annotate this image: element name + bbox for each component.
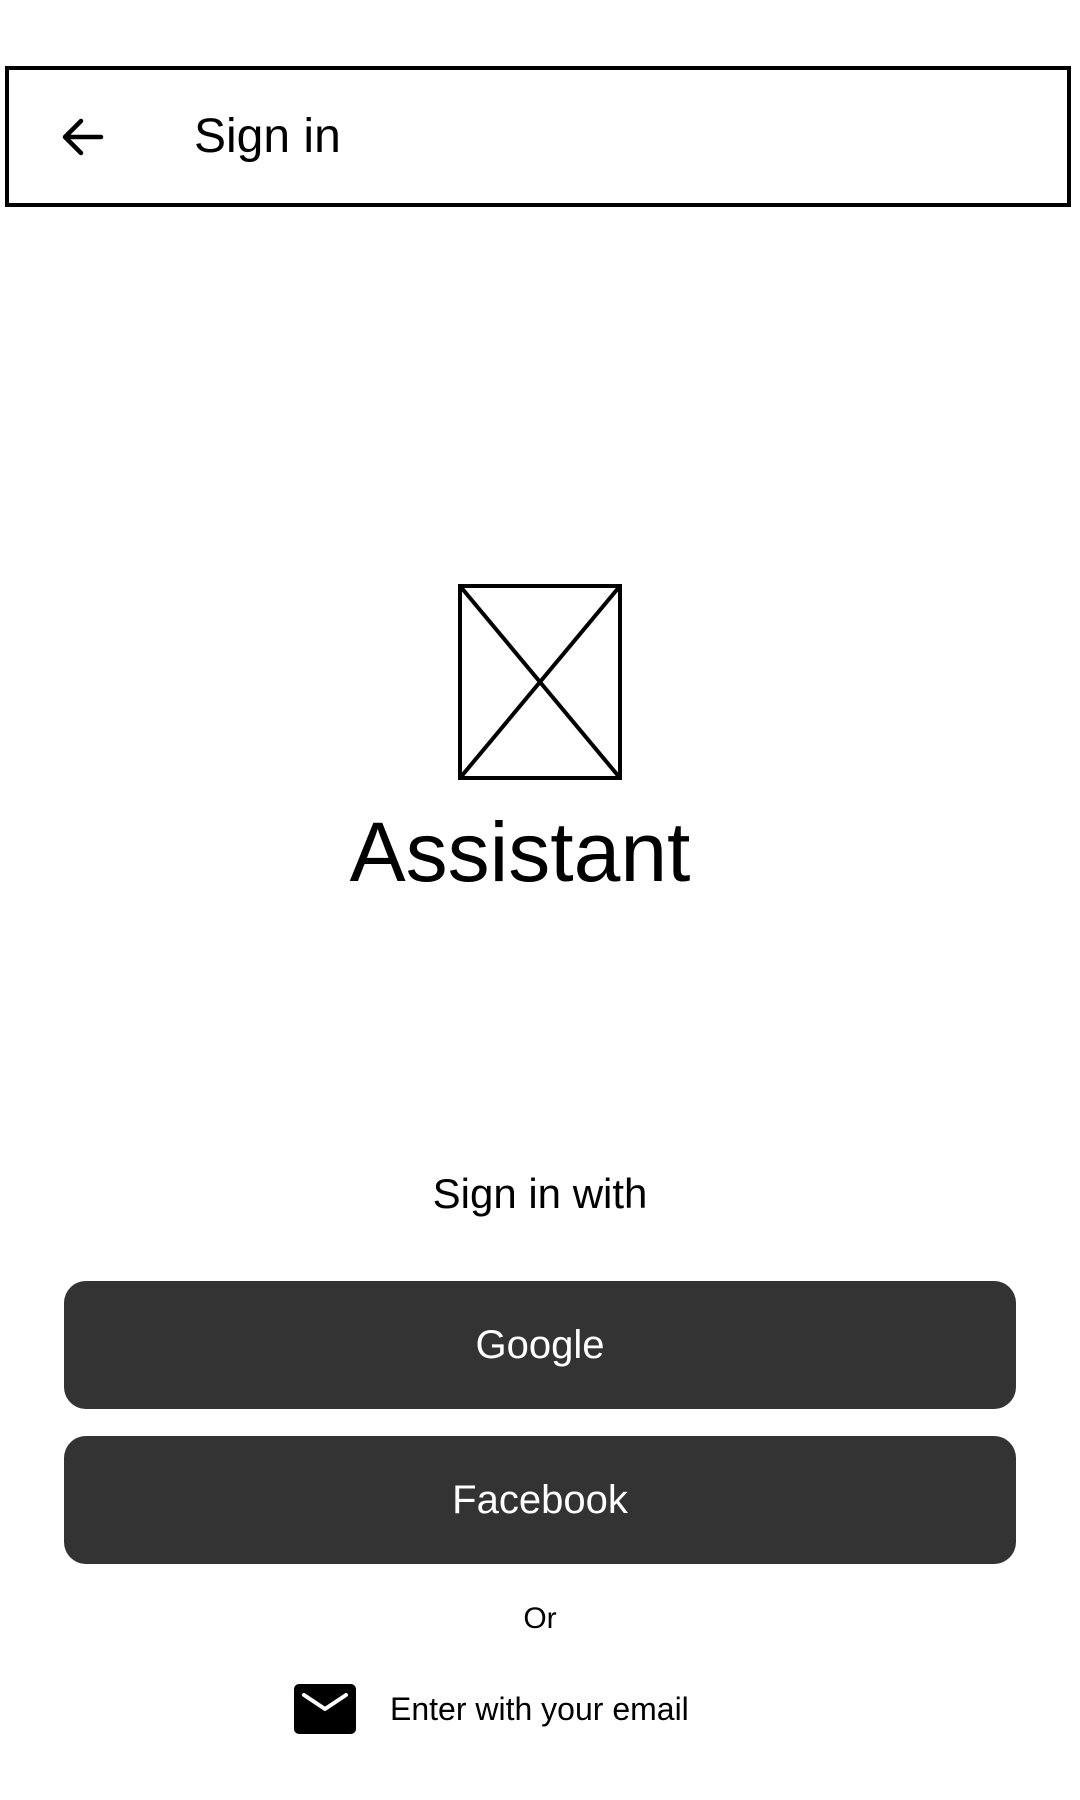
arrow-left-icon bbox=[62, 118, 104, 155]
or-separator: Or bbox=[523, 1602, 557, 1635]
page-title: Sign in bbox=[194, 109, 341, 163]
facebook-sign-in-button[interactable]: Facebook bbox=[64, 1436, 1016, 1564]
back-button[interactable] bbox=[49, 104, 115, 170]
app-name: Assistant bbox=[349, 805, 691, 899]
email-sign-in-label: Enter with your email bbox=[390, 1690, 689, 1727]
sign-in-prompt: Sign in with bbox=[432, 1170, 648, 1217]
app-bar: Sign in bbox=[5, 66, 1071, 207]
image-placeholder-icon bbox=[458, 584, 622, 780]
email-sign-in-link[interactable]: Enter with your email bbox=[294, 1684, 689, 1734]
mail-icon bbox=[294, 1684, 356, 1734]
google-sign-in-button[interactable]: Google bbox=[64, 1281, 1016, 1409]
